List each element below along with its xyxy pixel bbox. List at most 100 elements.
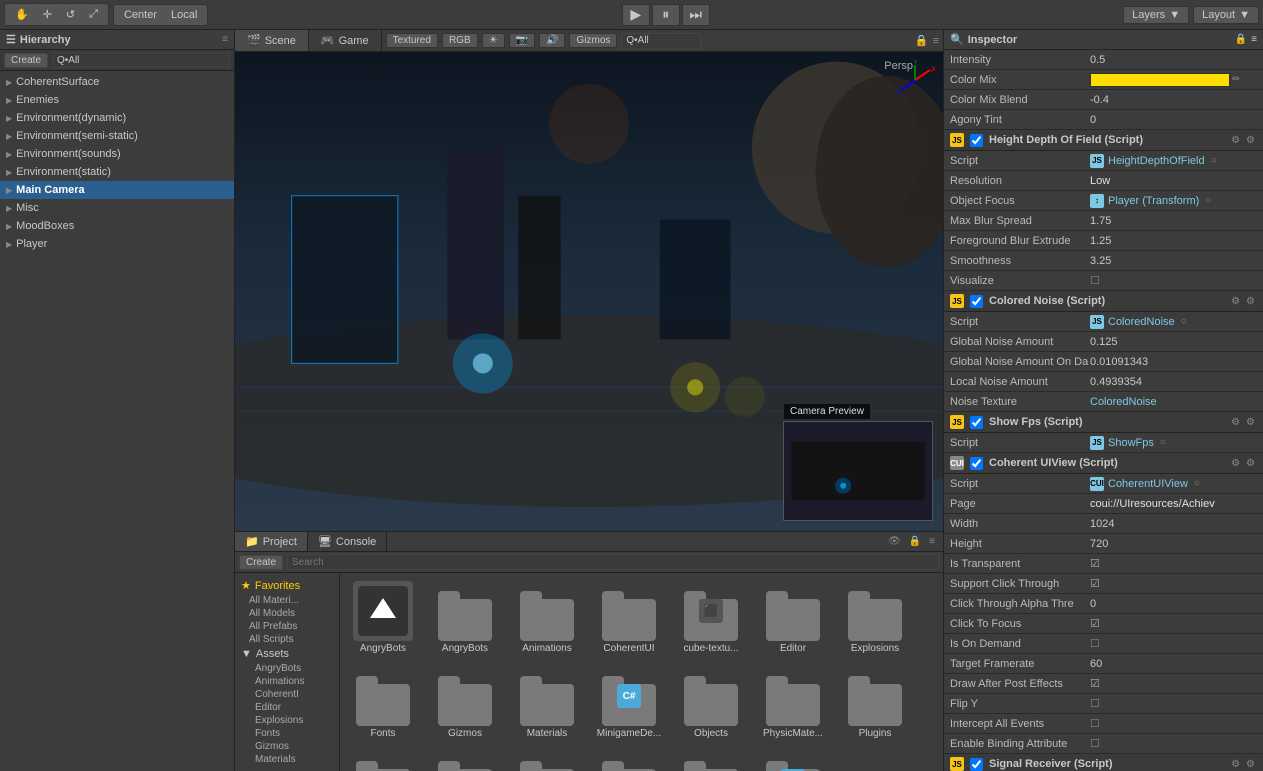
sidebar-item-explosions[interactable]: Explosions: [235, 714, 339, 727]
script-link-icon[interactable]: ○: [1158, 437, 1168, 448]
section-gear-icon[interactable]: ⚙: [1244, 417, 1257, 428]
section-gear-icon[interactable]: ⚙: [1244, 135, 1257, 146]
list-item[interactable]: ▶ Misc: [0, 199, 234, 217]
section-settings-icon[interactable]: ⚙: [1229, 296, 1242, 307]
asset-item-objects[interactable]: Objects: [672, 662, 750, 743]
asset-item-materials[interactable]: Materials: [508, 662, 586, 743]
section-toggle[interactable]: [970, 134, 983, 147]
script-link-icon[interactable]: ○: [1192, 478, 1202, 489]
console-tab[interactable]: 🖥 Console: [308, 532, 387, 551]
asset-item-animations[interactable]: Animations: [508, 577, 586, 658]
list-item[interactable]: ▶ Enemies: [0, 91, 234, 109]
rotate-tool-btn[interactable]: ↺: [60, 6, 81, 23]
insp-value-intensity[interactable]: 0.5: [1090, 54, 1257, 66]
step-button[interactable]: ⏭: [682, 4, 710, 26]
project-create-btn[interactable]: Create: [239, 555, 283, 570]
section-settings-icon[interactable]: ⚙: [1229, 417, 1242, 428]
inspector-lock-icon[interactable]: 🔒: [1235, 34, 1247, 45]
insp-checkbox-flipy[interactable]: [1090, 697, 1100, 710]
center-btn[interactable]: Center: [118, 7, 163, 23]
insp-checkbox-drawafter[interactable]: [1090, 677, 1100, 690]
asset-item-cube-texture[interactable]: ⬛ cube-textu...: [672, 577, 750, 658]
section-gear-icon[interactable]: ⚙: [1244, 458, 1257, 469]
textured-btn[interactable]: Textured: [386, 33, 438, 48]
sidebar-item-coherent[interactable]: CoherentI: [235, 688, 339, 701]
insp-value-script[interactable]: HeightDepthOfField: [1108, 155, 1205, 167]
list-item[interactable]: ▶ Environment(dynamic): [0, 109, 234, 127]
list-item[interactable]: ▶ CoherentSurface: [0, 73, 234, 91]
section-toggle[interactable]: [970, 416, 983, 429]
section-gear-icon[interactable]: ⚙: [1244, 296, 1257, 307]
section-toggle[interactable]: [970, 295, 983, 308]
list-item[interactable]: ▶ Environment(sounds): [0, 145, 234, 163]
insp-value-smoothness[interactable]: 3.25: [1090, 255, 1257, 267]
scene-tab[interactable]: 🎬 Scene: [235, 30, 309, 51]
section-settings-icon[interactable]: ⚙: [1229, 759, 1242, 770]
insp-value-colormixblend[interactable]: -0.4: [1090, 94, 1257, 106]
sidebar-item-materials[interactable]: Materials: [235, 753, 339, 766]
insp-value-localnoise[interactable]: 0.4939354: [1090, 376, 1257, 388]
asset-item-prefabs[interactable]: Prefabs: [344, 747, 422, 771]
sidebar-item-all-models[interactable]: All Models: [235, 607, 339, 620]
section-show-fps[interactable]: JS Show Fps (Script) ⚙ ⚙: [944, 412, 1263, 433]
script-link-icon[interactable]: ○: [1179, 316, 1189, 327]
insp-value-targetfps[interactable]: 60: [1090, 658, 1257, 670]
asset-item-shaders[interactable]: Shaders: [672, 747, 750, 771]
sidebar-item-all-prefabs[interactable]: All Prefabs: [235, 620, 339, 633]
insp-value-fgblur[interactable]: 1.25: [1090, 235, 1257, 247]
insp-value-clickthrough-alpha[interactable]: 0: [1090, 598, 1257, 610]
insp-checkbox-visualize[interactable]: [1090, 274, 1100, 287]
asset-item-fonts[interactable]: Fonts: [344, 662, 422, 743]
insp-value-script[interactable]: ColoredNoise: [1108, 316, 1175, 328]
insp-value-page[interactable]: coui://UIresources/Achiev: [1090, 498, 1257, 510]
sun-btn[interactable]: ☀: [482, 33, 505, 48]
asset-item-angrybots[interactable]: AngryBots: [426, 577, 504, 658]
lock-icon[interactable]: 🔒: [915, 34, 929, 47]
sidebar-item-fonts[interactable]: Fonts: [235, 727, 339, 740]
objectfocus-link-icon[interactable]: ○: [1203, 195, 1213, 206]
gizmos-btn[interactable]: Gizmos: [569, 33, 617, 48]
hierarchy-menu-icon[interactable]: ≡: [222, 34, 228, 45]
insp-checkbox-supportclick[interactable]: [1090, 577, 1100, 590]
move-tool-btn[interactable]: ✛: [37, 6, 58, 23]
insp-value-globalnoise[interactable]: 0.125: [1090, 336, 1257, 348]
section-coherent-uiview[interactable]: CUI Coherent UIView (Script) ⚙ ⚙: [944, 453, 1263, 474]
list-item[interactable]: ▶ Player: [0, 235, 234, 253]
section-settings-icon[interactable]: ⚙: [1229, 135, 1242, 146]
section-colored-noise[interactable]: JS Colored Noise (Script) ⚙ ⚙: [944, 291, 1263, 312]
list-item[interactable]: ▶ Environment(static): [0, 163, 234, 181]
game-tab[interactable]: 🎮 Game: [309, 30, 382, 51]
local-btn[interactable]: Local: [165, 7, 203, 23]
insp-value-objectfocus[interactable]: Player (Transform): [1108, 195, 1199, 207]
hierarchy-create-btn[interactable]: Create: [4, 53, 48, 68]
list-item[interactable]: ▶ Environment(semi-static): [0, 127, 234, 145]
play-button[interactable]: ▶: [622, 4, 650, 26]
asset-item-scenes[interactable]: Scenes: [508, 747, 586, 771]
project-search[interactable]: [287, 554, 939, 570]
asset-item-signalreceiver[interactable]: C# SignalRece...: [754, 747, 832, 771]
insp-checkbox-isondemand[interactable]: [1090, 637, 1100, 650]
color-mix-swatch[interactable]: [1090, 73, 1230, 87]
sidebar-item-gizmos[interactable]: Gizmos: [235, 740, 339, 753]
scene-search[interactable]: [621, 33, 701, 49]
asset-item-minigame[interactable]: C# MinigameDe...: [590, 662, 668, 743]
insp-value-agonytint[interactable]: 0: [1090, 114, 1257, 126]
asset-item-angrybots-unity[interactable]: AngryBots: [344, 577, 422, 658]
insp-value-height[interactable]: 720: [1090, 538, 1257, 550]
insp-value-script[interactable]: CoherentUIView: [1108, 478, 1188, 490]
sidebar-item-animations[interactable]: Animations: [235, 675, 339, 688]
sidebar-item-angrybots[interactable]: AngryBots: [235, 662, 339, 675]
asset-item-gizmos[interactable]: Gizmos: [426, 662, 504, 743]
insp-checkbox-istransparent[interactable]: [1090, 557, 1100, 570]
insp-value-script[interactable]: ShowFps: [1108, 437, 1154, 449]
inspector-menu-icon[interactable]: ≡: [1251, 34, 1257, 45]
section-gear-icon[interactable]: ⚙: [1244, 759, 1257, 770]
sidebar-item-editor[interactable]: Editor: [235, 701, 339, 714]
eye-icon[interactable]: 👁: [886, 536, 903, 547]
sidebar-item-all-scripts[interactable]: All Scripts: [235, 633, 339, 646]
asset-item-explosions[interactable]: Explosions: [836, 577, 914, 658]
insp-value-globalnoisedb[interactable]: 0.01091343: [1090, 356, 1257, 368]
insp-value-noisetex[interactable]: ColoredNoise: [1090, 396, 1257, 408]
insp-value-resolution[interactable]: Low: [1090, 175, 1257, 187]
asset-item-scripts[interactable]: Scripts: [590, 747, 668, 771]
